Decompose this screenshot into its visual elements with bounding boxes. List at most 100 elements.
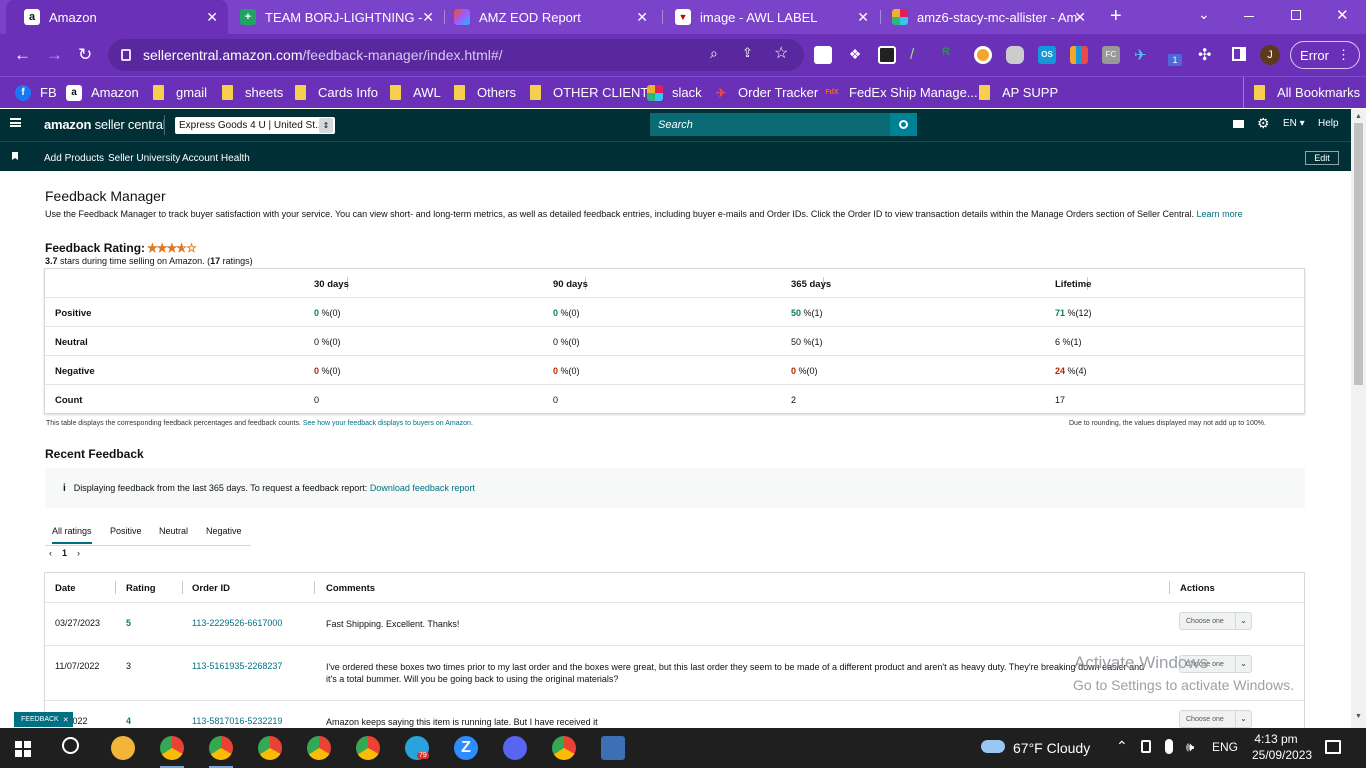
fc-extension-icon[interactable]: FC	[1102, 46, 1120, 64]
edit-button[interactable]: Edit	[1305, 151, 1339, 165]
scroll-up-icon[interactable]: ▲	[1355, 113, 1362, 120]
minimize-icon[interactable]	[1244, 16, 1254, 17]
tab-search-chevron-icon[interactable]: ⌄	[1198, 6, 1210, 23]
chrome-icon[interactable]	[552, 736, 576, 760]
action-select[interactable]: Choose one ⌄	[1179, 710, 1252, 728]
help-link[interactable]: Help	[1318, 118, 1339, 129]
chrome-icon[interactable]	[160, 736, 184, 760]
menu-icon[interactable]	[10, 118, 21, 127]
meet-now-icon[interactable]	[1141, 740, 1151, 753]
tab-amz-eod[interactable]: AMZ EOD Report ✕	[436, 0, 658, 34]
gear-icon[interactable]: ⚙	[1257, 115, 1270, 132]
close-icon[interactable]: ✕	[1074, 9, 1086, 26]
extension-icon[interactable]	[814, 46, 832, 64]
close-icon[interactable]: ✕	[63, 716, 69, 724]
chrome-icon[interactable]	[356, 736, 380, 760]
bookmark-others[interactable]: Others	[454, 77, 516, 108]
download-report-link[interactable]: Download feedback report	[370, 483, 475, 493]
bookmark-other-client[interactable]: OTHER CLIENT	[530, 77, 648, 108]
nav-account-health[interactable]: Account Health	[182, 153, 250, 164]
bookmark-icon[interactable]	[12, 152, 18, 160]
discord-icon[interactable]	[503, 736, 527, 760]
restore-icon[interactable]	[1291, 10, 1301, 20]
weather-text[interactable]: 67°F Cloudy	[1013, 740, 1090, 756]
zoom-icon[interactable]: ⌕	[710, 45, 718, 62]
database-icon[interactable]	[1006, 46, 1024, 64]
nav-seller-university[interactable]: Seller University	[108, 153, 180, 164]
close-icon[interactable]: ✕	[422, 9, 434, 26]
bookmark-star-icon[interactable]: ☆	[774, 43, 788, 63]
error-button[interactable]: Error ⋮	[1290, 41, 1360, 69]
current-page[interactable]: 1	[62, 548, 67, 558]
calculator-icon[interactable]	[601, 736, 625, 760]
bookmark-ap-supp[interactable]: AP SUPP	[979, 77, 1058, 108]
taskbar-app-icon[interactable]	[111, 736, 135, 760]
page-scrollbar[interactable]: ▲ ▼	[1351, 109, 1366, 728]
reload-icon[interactable]: ↻	[78, 45, 92, 65]
order-id-link[interactable]: 113-5161935-2268237	[192, 661, 282, 671]
bookmark-awl[interactable]: AWL	[390, 77, 441, 108]
bookmark-gmail[interactable]: gmail	[153, 77, 207, 108]
mail-icon[interactable]	[1233, 120, 1244, 128]
plane-extension-icon[interactable]: ✈	[1134, 46, 1152, 64]
tab-awl-label[interactable]: ▼ image - AWL LABEL ✕	[657, 0, 879, 34]
close-icon[interactable]: ✕	[206, 9, 218, 26]
order-id-link[interactable]: 113-2229526-6617000	[192, 618, 282, 628]
os-extension-icon[interactable]: OS	[1038, 46, 1056, 64]
learn-more-link[interactable]: Learn more	[1197, 209, 1243, 219]
chevron-up-icon[interactable]: ⌃	[1116, 738, 1128, 755]
eyedropper-icon[interactable]: /	[910, 46, 928, 64]
address-bar[interactable]: sellercentral.amazon.com/feedback-manage…	[108, 39, 804, 71]
zoom-app-icon[interactable]: Z	[454, 736, 478, 760]
search-button[interactable]	[890, 113, 917, 136]
chart-extension-icon[interactable]	[1070, 46, 1088, 64]
color-picker-icon[interactable]	[974, 46, 992, 64]
search-icon[interactable]	[62, 737, 79, 754]
bookmark-fedex[interactable]: FdX FedEx Ship Manage...	[824, 77, 977, 108]
tab-amazon[interactable]: a Amazon ✕	[6, 0, 228, 34]
prev-page-button[interactable]: ‹	[49, 548, 52, 558]
action-select[interactable]: Choose one ⌄	[1179, 612, 1252, 630]
share-icon[interactable]: ⇪	[742, 45, 753, 61]
bookmark-slack[interactable]: slack	[647, 77, 702, 108]
nav-add-products[interactable]: Add Products	[44, 153, 104, 164]
chrome-icon[interactable]	[258, 736, 282, 760]
close-icon[interactable]: ✕	[857, 9, 869, 26]
feedback-display-link[interactable]: See how your feedback displays to buyers…	[303, 420, 473, 427]
window-close-icon[interactable]: ✕	[1336, 6, 1349, 24]
dropbox-icon[interactable]: ❖	[846, 46, 864, 64]
camera-icon[interactable]	[878, 46, 896, 64]
chrome-icon[interactable]	[209, 736, 233, 760]
bookmark-order-tracker[interactable]: ✈ Order Tracker	[713, 77, 818, 108]
tab-negative[interactable]: Negative	[206, 526, 242, 536]
clock[interactable]: 4:13 pm 25/09/2023	[1252, 732, 1312, 762]
windows-start-icon[interactable]	[15, 741, 31, 757]
bookmark-fb[interactable]: f FB	[15, 77, 57, 108]
profile-avatar[interactable]: J	[1260, 45, 1280, 65]
language-indicator[interactable]: ENG	[1212, 740, 1238, 754]
feedback-badge[interactable]: FEEDBACK ✕	[14, 712, 73, 727]
tab-all-ratings[interactable]: All ratings	[52, 526, 92, 544]
tab-team-borj[interactable]: + TEAM BORJ-LIGHTNING - Go ✕	[222, 0, 444, 34]
scroll-down-icon[interactable]: ▼	[1355, 713, 1362, 720]
scroll-thumb[interactable]	[1354, 123, 1363, 385]
chrome-icon[interactable]	[307, 736, 331, 760]
order-id-link[interactable]: 113-5817016-5232219	[192, 716, 282, 726]
extensions-puzzle-icon[interactable]: ✣	[1198, 45, 1211, 65]
tab-amz6-stacy[interactable]: amz6-stacy-mc-allister - Am ✕	[874, 0, 1096, 34]
account-selector[interactable]: Express Goods 4 U | United St... ⇕	[175, 117, 335, 134]
language-selector[interactable]: EN ▾	[1283, 118, 1305, 129]
bookmark-sheets[interactable]: sheets	[222, 77, 283, 108]
speaker-icon[interactable]: 🕪	[1186, 739, 1194, 755]
next-page-button[interactable]: ›	[77, 548, 80, 558]
bookmark-cards-info[interactable]: Cards Info	[295, 77, 378, 108]
search-input[interactable]: Search	[650, 113, 890, 136]
r-extension-icon[interactable]: R	[942, 46, 960, 64]
forward-icon[interactable]: →	[46, 45, 63, 65]
notification-icon[interactable]	[1325, 740, 1341, 754]
new-tab-button[interactable]: +	[1110, 5, 1122, 28]
all-bookmarks[interactable]: All Bookmarks	[1243, 77, 1360, 108]
bookmark-amazon[interactable]: a Amazon	[66, 77, 139, 108]
close-icon[interactable]: ✕	[636, 9, 648, 26]
tab-neutral[interactable]: Neutral	[159, 526, 188, 536]
